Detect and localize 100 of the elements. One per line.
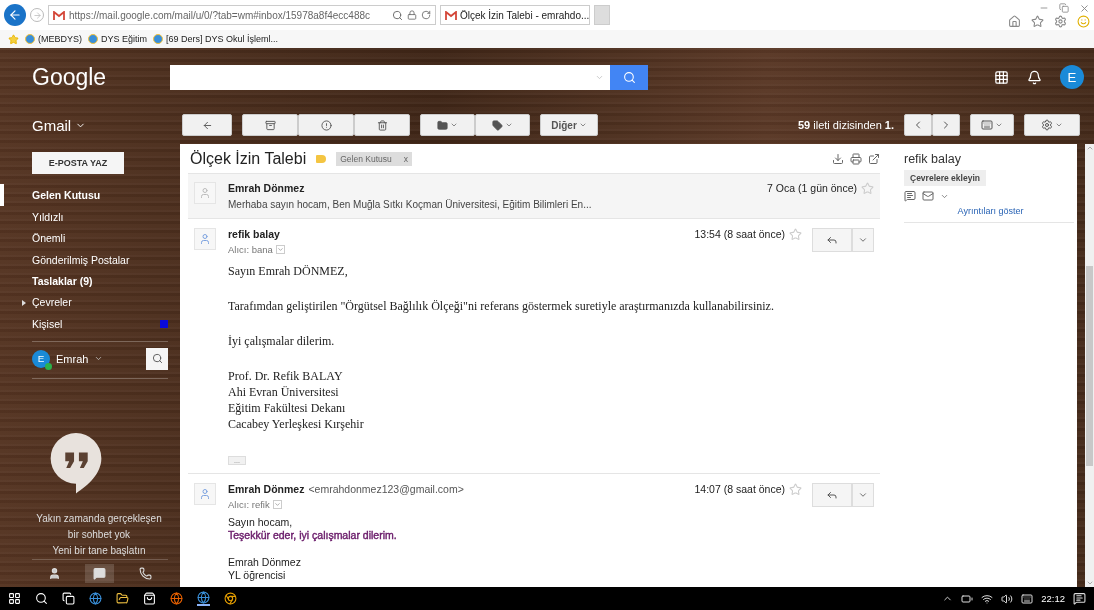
message-sender: Emrah Dönmez <box>228 182 306 194</box>
close-icon[interactable] <box>1079 2 1090 14</box>
browser-tab[interactable]: Ölçek İzin Talebi - emrahdo... <box>440 5 590 25</box>
sidebar-item[interactable]: Gönderilmiş Postalar <box>0 248 180 271</box>
details-toggle[interactable] <box>275 245 285 254</box>
gmail-menu[interactable]: Gmail <box>0 116 172 134</box>
message-sender: Emrah Dönmez <box>228 483 305 495</box>
remove-label-button[interactable]: x <box>403 153 408 164</box>
message-sender: refik balay <box>228 228 280 240</box>
favorite-link[interactable]: [69 Ders] DYS Okul İşleml... <box>166 34 279 44</box>
home-icon[interactable] <box>1008 14 1021 28</box>
browser-icon[interactable] <box>197 591 210 606</box>
wifi-icon[interactable] <box>981 592 994 605</box>
keyboard-icon <box>981 119 993 131</box>
compose-button[interactable]: E-POSTA YAZ <box>32 152 124 175</box>
chat-icon[interactable] <box>904 190 916 202</box>
message-text: İyi çalışmalar dilerim. <box>228 333 335 349</box>
keyboard-icon[interactable] <box>1021 592 1034 605</box>
move-button[interactable] <box>420 114 475 136</box>
apps-grid-icon[interactable] <box>994 69 1009 85</box>
scrollbar[interactable] <box>1085 144 1094 587</box>
contact-name: refik balay <box>904 152 961 166</box>
browser-icon[interactable] <box>89 592 102 605</box>
search-icon <box>622 70 636 84</box>
search-icon[interactable] <box>35 592 48 605</box>
google-logo: Google <box>31 63 108 91</box>
details-toggle[interactable] <box>272 500 282 509</box>
spam-button[interactable] <box>298 114 354 136</box>
gmail-logo-icon <box>53 10 65 20</box>
download-icon[interactable] <box>832 152 844 165</box>
notifications-icon[interactable] <box>1027 69 1042 85</box>
message-text: Sayın hocam, <box>228 516 293 529</box>
restore-icon[interactable] <box>1059 3 1069 13</box>
favorite-link[interactable]: (MEBDYS) <box>38 34 82 44</box>
store-icon[interactable] <box>143 592 156 605</box>
delete-button[interactable] <box>354 114 410 136</box>
url-text: https://mail.google.com/mail/u/0/?tab=wm#inbox/15978a8f4ecc488c <box>69 9 371 21</box>
add-to-circles-button[interactable]: Çevrelere ekleyin <box>904 170 986 186</box>
lock-icon <box>407 10 417 20</box>
globe-icon <box>25 34 35 44</box>
settings-icon[interactable] <box>1054 14 1067 28</box>
browser-icon[interactable] <box>170 592 183 605</box>
collapsed-message[interactable]: Emrah Dönmez 7 Oca (1 gün önce) Merhaba sayın hocam, Ben Muğla Sıtkı Koçman Üniversitesi, Eğitim Bilimleri En... <box>188 173 880 219</box>
sidebar-item[interactable]: Gelen Kutusu <box>0 184 180 206</box>
notifications-icon[interactable] <box>1073 592 1086 605</box>
user-avatar[interactable]: E <box>32 349 50 368</box>
sidebar-item[interactable]: Yıldızlı <box>0 205 180 228</box>
arrow-left-icon <box>201 119 213 131</box>
folder-icon[interactable] <box>116 592 129 605</box>
gmail-logo-icon <box>445 10 457 20</box>
caret-icon <box>578 121 587 129</box>
start-icon[interactable] <box>8 592 21 605</box>
reply-icon <box>826 234 838 246</box>
sidebar-item[interactable]: Kişisel <box>0 313 180 335</box>
search-button[interactable] <box>610 64 648 90</box>
star-icon[interactable] <box>1031 14 1044 28</box>
reply-icon <box>826 489 838 501</box>
address-bar[interactable]: https://mail.google.com/mail/u/0/?tab=wm#inbox/15978a8f4ecc488c <box>48 5 436 25</box>
star-icon[interactable] <box>789 228 802 241</box>
star-icon[interactable] <box>861 182 874 195</box>
globe-icon <box>88 34 98 44</box>
print-icon[interactable] <box>850 152 862 165</box>
settings-icon <box>1041 119 1053 131</box>
chrome-icon[interactable] <box>224 592 237 605</box>
arrow-right-icon <box>32 10 42 20</box>
back-button[interactable] <box>4 4 26 26</box>
favorite-link[interactable]: DYS Eğitim <box>101 34 148 44</box>
account-avatar[interactable]: E <box>1060 65 1084 89</box>
message-date: 7 Oca (1 gün önce) <box>767 182 857 194</box>
label-button[interactable] <box>475 114 530 136</box>
message-snippet: Merhaba sayın hocam, Ben Muğla Sıtkı Koçman Üniversitesi, Eğitim Bilimleri En... <box>228 199 593 210</box>
expand-caret-icon[interactable] <box>22 299 26 306</box>
mail-icon[interactable] <box>922 190 934 202</box>
hangouts-button[interactable] <box>85 564 115 583</box>
settings-button[interactable] <box>1024 114 1080 136</box>
favorites-star-icon[interactable] <box>8 33 19 45</box>
caret-icon <box>1055 121 1063 129</box>
empty-chat-text: Yeni bir tane başlatın <box>51 544 147 558</box>
show-details-link[interactable]: Ayrıntıları göster <box>957 206 1024 216</box>
search-button[interactable] <box>146 347 168 370</box>
new-window-icon[interactable] <box>868 152 880 165</box>
sidebar-item[interactable]: Çevreler <box>0 291 180 314</box>
volume-icon[interactable] <box>1001 592 1014 605</box>
user-name[interactable]: Emrah <box>56 352 89 365</box>
message-text: Emrah Dönmez <box>228 556 301 569</box>
battery-icon[interactable] <box>961 592 974 605</box>
archive-button[interactable] <box>242 114 298 136</box>
task-view-icon[interactable] <box>62 592 75 605</box>
archive-icon <box>264 119 276 131</box>
star-icon[interactable] <box>789 483 802 496</box>
sidebar-item[interactable]: Taslaklar (9) <box>0 270 180 292</box>
refresh-icon[interactable] <box>421 10 431 20</box>
tag-icon <box>492 119 503 131</box>
search-field[interactable] <box>170 64 610 90</box>
tab-title: Ölçek İzin Talebi - emrahdo... <box>460 9 590 21</box>
caret-icon <box>273 501 281 508</box>
important-marker-icon[interactable] <box>316 154 327 163</box>
sidebar-item[interactable]: Önemli <box>0 227 180 249</box>
chat-icon <box>93 567 107 580</box>
more-menu-button[interactable]: Diğer <box>540 114 598 136</box>
